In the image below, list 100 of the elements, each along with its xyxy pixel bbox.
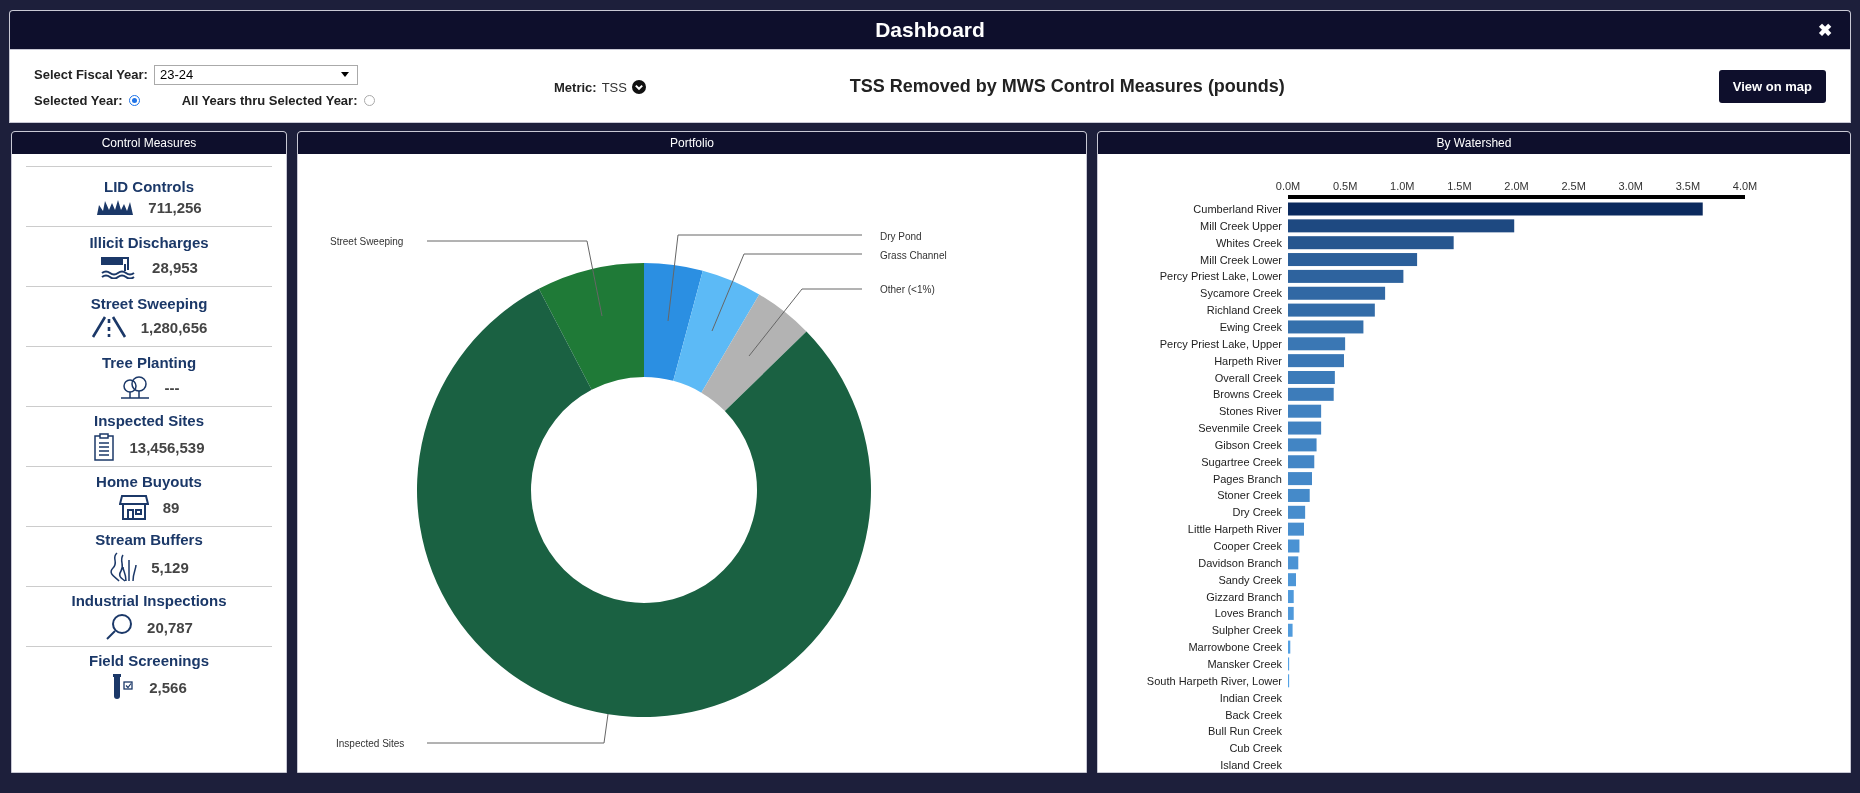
category-label: Sugartree Creek — [1201, 455, 1282, 468]
view-on-map-button[interactable]: View on map — [1718, 69, 1826, 103]
category-label: Pages Branch — [1212, 472, 1282, 485]
slice-label: Inspected Sites — [336, 738, 405, 749]
axis-tick-label: 3.0M — [1618, 180, 1643, 192]
bar — [1288, 606, 1294, 620]
axis-tick-label: 2.5M — [1561, 180, 1586, 192]
bar — [1288, 455, 1315, 469]
category-label: Cumberland River — [1193, 203, 1282, 215]
axis-tick-label: 0.5M — [1332, 180, 1358, 192]
metric-label: Metric: — [554, 79, 597, 95]
category-label: Mansker Creek — [1207, 657, 1282, 670]
category-label: South Harpeth River, Lower — [1146, 674, 1282, 687]
category-label: Stoner Creek — [1217, 489, 1282, 502]
category-label: Harpeth River — [1214, 354, 1282, 367]
category-label: Cub Creek — [1229, 742, 1282, 755]
road-icon — [90, 316, 127, 338]
slice-label: Street Sweeping — [330, 236, 404, 247]
bar — [1288, 354, 1344, 368]
category-label: Loves Branch — [1214, 607, 1282, 620]
fiscal-year-dropdown[interactable]: 23-24 — [153, 64, 358, 85]
measure-value: 2,566 — [149, 678, 187, 696]
measure-value: 89 — [162, 498, 180, 516]
panel-header: Portfolio — [298, 132, 1086, 154]
chevron-down-icon[interactable] — [631, 80, 646, 94]
bar — [1288, 472, 1312, 486]
axis-tick-label: 2.0M — [1504, 180, 1529, 192]
category-label: Gizzard Branch — [1206, 590, 1282, 603]
bar — [1288, 623, 1293, 637]
slice-label: Dry Pond — [880, 231, 922, 242]
category-label: Indian Creek — [1219, 691, 1282, 704]
measure-value: 5,129 — [151, 558, 189, 576]
measure-name: Tree Planting — [101, 354, 197, 371]
bar — [1288, 556, 1299, 570]
category-label: Sulpher Creek — [1211, 624, 1282, 637]
panel-header: By Watershed — [1098, 132, 1850, 154]
category-label: Percy Priest Lake, Upper — [1159, 337, 1282, 350]
bar — [1288, 438, 1317, 452]
bar — [1288, 421, 1322, 435]
measure-value: 20,787 — [147, 618, 193, 636]
bar — [1288, 590, 1294, 604]
axis-tick-label: 1.5M — [1447, 180, 1472, 192]
bar — [1288, 488, 1310, 502]
measure-name: Illicit Discharges — [89, 234, 209, 251]
slice-label: Other (<1%) — [880, 284, 935, 295]
axis-tick-label: 3.5M — [1675, 180, 1701, 192]
category-label: Island Creek — [1220, 759, 1282, 772]
category-label: Back Creek — [1225, 708, 1282, 721]
test-tube-icon — [111, 673, 136, 701]
measure-value: 28,953 — [152, 258, 198, 276]
fiscal-year-label: Select Fiscal Year: — [34, 67, 148, 82]
clipboard-icon — [93, 433, 116, 461]
measure-value: --- — [164, 378, 180, 396]
category-label: Dry Creek — [1232, 506, 1282, 519]
measure-value: 13,456,539 — [129, 438, 205, 456]
slice-label: Grass Channel — [880, 250, 947, 261]
category-label: Percy Priest Lake, Lower — [1159, 270, 1282, 283]
house-icon — [118, 494, 149, 520]
bar — [1288, 337, 1346, 351]
category-label: Gibson Creek — [1214, 438, 1282, 451]
measure-value: 1,280,656 — [140, 318, 208, 336]
axis-tick-label: 0.0M — [1275, 180, 1301, 192]
stream-reeds-icon — [109, 552, 138, 582]
metric-dropdown[interactable]: TSS — [601, 79, 627, 95]
category-label: Bull Run Creek — [1208, 725, 1282, 738]
category-label: Mill Creek Upper — [1200, 219, 1282, 232]
bar — [1288, 505, 1306, 519]
measure-name: Stream Buffers — [95, 531, 203, 548]
category-label: Ewing Creek — [1219, 320, 1282, 333]
bar — [1288, 522, 1304, 536]
grass-icon — [96, 199, 135, 215]
category-label: Sevenmile Creek — [1198, 422, 1282, 435]
trees-icon — [118, 375, 151, 399]
window-title: Dashboard — [875, 18, 985, 42]
category-label: Stones River — [1219, 405, 1282, 418]
radio-label: All Years thru Selected Year: — [181, 92, 358, 108]
category-label: Marrowbone Creek — [1188, 641, 1282, 654]
bar — [1288, 539, 1300, 553]
measure-name: LID Controls — [104, 177, 194, 195]
category-label: Sycamore Creek — [1200, 287, 1282, 300]
bar — [1288, 387, 1334, 401]
close-button[interactable]: ✖ — [1818, 20, 1832, 41]
measure-name: Field Screenings — [88, 652, 209, 669]
category-label: Cooper Creek — [1213, 540, 1282, 552]
category-label: Mill Creek Lower — [1200, 253, 1282, 266]
measure-name: Home Buyouts — [96, 473, 202, 490]
category-label: Little Harpeth River — [1187, 523, 1282, 536]
chart-heading: TSS Removed by MWS Control Measures (pounds) — [848, 75, 1286, 97]
category-label: Overall Creek — [1214, 371, 1282, 384]
measure-value: 711,256 — [148, 198, 202, 216]
category-label: Browns Creek — [1212, 388, 1282, 401]
category-label: Whites Creek — [1215, 236, 1282, 249]
axis-tick-label: 4.0M — [1732, 180, 1758, 192]
panel-header: Control Measures — [12, 132, 286, 154]
bar — [1288, 640, 1291, 654]
category-label: Davidson Branch — [1198, 556, 1282, 569]
bar — [1288, 573, 1296, 587]
measure-name: Industrial Inspections — [71, 592, 227, 609]
measure-name: Inspected Sites — [93, 412, 204, 429]
bar — [1288, 371, 1335, 384]
